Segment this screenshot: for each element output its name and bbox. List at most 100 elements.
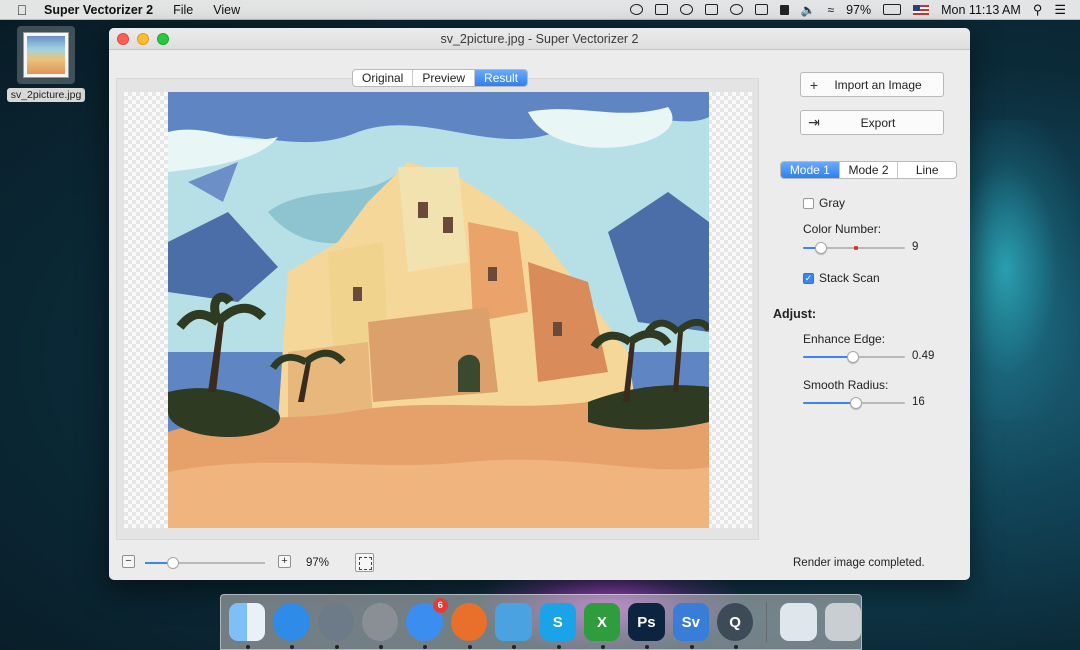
tab-line[interactable]: Line bbox=[898, 162, 956, 178]
dock-item-label: Ps bbox=[637, 613, 656, 631]
wifi-icon[interactable]: ≈ bbox=[828, 3, 835, 17]
running-indicator bbox=[556, 645, 561, 649]
stack-scan-checkbox[interactable]: ✓ bbox=[803, 272, 814, 284]
running-indicator bbox=[334, 645, 339, 649]
document-stack-icon[interactable] bbox=[780, 603, 817, 641]
enhance-edge-value: 0.49 bbox=[912, 350, 935, 362]
notification-center-icon[interactable]: ☰ bbox=[1054, 2, 1066, 18]
zoom-knob[interactable] bbox=[166, 557, 179, 569]
minimize-button[interactable] bbox=[137, 33, 149, 45]
tab-result[interactable]: Result bbox=[475, 70, 528, 86]
tab-mode-2[interactable]: Mode 2 bbox=[840, 162, 899, 178]
smooth-radius-value: 16 bbox=[912, 396, 925, 408]
vectorized-image[interactable] bbox=[168, 92, 709, 528]
view-menu[interactable]: View bbox=[213, 3, 240, 17]
gray-label: Gray bbox=[819, 196, 846, 210]
zoom-button[interactable] bbox=[157, 33, 169, 45]
dock: 6 S X Ps Sv Q bbox=[220, 594, 862, 650]
desktop-file[interactable]: sv_2picture.jpg bbox=[4, 26, 88, 102]
system-preferences-icon[interactable] bbox=[362, 603, 399, 649]
color-number-label: Color Number: bbox=[803, 222, 882, 236]
stack-scan-option[interactable]: ✓ Stack Scan bbox=[803, 271, 880, 285]
running-indicator bbox=[689, 645, 694, 649]
slider-knob[interactable] bbox=[846, 351, 859, 363]
dock-item-label: Q bbox=[729, 613, 741, 631]
status-area: 🔈 ≈ 97% Mon 11:13 AM ⚲ ☰ bbox=[629, 2, 1080, 18]
lock-icon[interactable] bbox=[779, 4, 789, 15]
zoom-value: 97% bbox=[306, 557, 330, 569]
gray-option[interactable]: Gray bbox=[803, 196, 845, 210]
tab-original[interactable]: Original bbox=[353, 70, 414, 86]
skype-icon[interactable]: S bbox=[539, 603, 576, 649]
check-icon[interactable] bbox=[679, 4, 693, 15]
export-button-label: Export bbox=[860, 115, 896, 130]
running-indicator bbox=[423, 645, 428, 649]
file-menu[interactable]: File bbox=[173, 3, 193, 17]
tab-preview[interactable]: Preview bbox=[413, 70, 476, 86]
app-store-icon[interactable]: 6 bbox=[406, 598, 448, 649]
window-title: sv_2picture.jpg - Super Vectorizer 2 bbox=[440, 31, 639, 46]
screen-icon[interactable] bbox=[754, 4, 768, 15]
record-icon[interactable] bbox=[629, 4, 643, 15]
running-indicator bbox=[512, 645, 517, 649]
running-indicator bbox=[467, 645, 472, 649]
title-bar[interactable]: sv_2picture.jpg - Super Vectorizer 2 bbox=[109, 28, 970, 50]
zoom-slider[interactable] bbox=[145, 557, 265, 569]
finder-icon[interactable] bbox=[229, 603, 266, 649]
launchpad-icon[interactable] bbox=[317, 603, 355, 649]
enhance-edge-slider[interactable] bbox=[803, 350, 905, 364]
slider-fill bbox=[803, 402, 857, 404]
enhance-edge-label: Enhance Edge: bbox=[803, 332, 886, 346]
smooth-radius-slider[interactable] bbox=[803, 396, 905, 410]
slider-marker bbox=[854, 246, 859, 250]
running-indicator bbox=[645, 645, 650, 649]
slider-knob[interactable] bbox=[850, 397, 863, 409]
running-indicator bbox=[600, 645, 605, 649]
mail-icon[interactable] bbox=[495, 603, 532, 649]
color-number-slider[interactable] bbox=[803, 241, 905, 255]
running-indicator bbox=[379, 645, 384, 649]
slider-fill bbox=[803, 356, 853, 358]
status-message: Render image completed. bbox=[793, 557, 925, 569]
trash-icon[interactable] bbox=[824, 603, 861, 641]
menu-bar:  Super Vectorizer 2 File View 🔈 ≈ 97% M… bbox=[0, 0, 1080, 20]
dock-item-label: X bbox=[597, 613, 608, 631]
sync-icon[interactable] bbox=[729, 4, 743, 15]
fit-to-window-icon[interactable] bbox=[355, 553, 374, 572]
export-button[interactable]: ⇥ Export bbox=[800, 110, 944, 135]
search-icon[interactable]: ⚲ bbox=[1033, 2, 1043, 18]
mode-tabs: Mode 1 Mode 2 Line bbox=[780, 161, 957, 179]
flag-icon[interactable] bbox=[913, 4, 930, 15]
firefox-icon[interactable] bbox=[450, 603, 488, 649]
stack-scan-label: Stack Scan bbox=[819, 271, 880, 285]
battery-icon[interactable] bbox=[883, 4, 902, 15]
clock[interactable]: Mon 11:13 AM bbox=[941, 3, 1021, 17]
inbox-icon[interactable] bbox=[654, 4, 668, 15]
zoom-out-button[interactable]: − bbox=[122, 555, 135, 568]
dock-separator bbox=[766, 602, 768, 642]
running-indicator bbox=[290, 645, 295, 649]
quicktime-icon[interactable]: Q bbox=[716, 603, 754, 649]
import-button[interactable]: + Import an Image bbox=[800, 72, 944, 97]
zoom-in-button[interactable]: + bbox=[278, 555, 291, 568]
close-button[interactable] bbox=[117, 33, 129, 45]
file-thumbnail[interactable] bbox=[17, 26, 75, 84]
gray-checkbox[interactable] bbox=[803, 197, 814, 209]
super-vectorizer-icon[interactable]: Sv bbox=[672, 603, 709, 649]
slider-knob[interactable] bbox=[815, 242, 828, 254]
running-indicator bbox=[246, 645, 250, 649]
app-menu[interactable]: Super Vectorizer 2 bbox=[44, 3, 153, 17]
battery-percent[interactable]: 97% bbox=[846, 3, 871, 17]
file-name[interactable]: sv_2picture.jpg bbox=[6, 88, 86, 102]
apple-icon[interactable]:  bbox=[0, 2, 44, 18]
import-button-label: Import an Image bbox=[834, 77, 922, 92]
photoshop-icon[interactable]: Ps bbox=[628, 603, 665, 649]
vector-artwork bbox=[168, 92, 709, 528]
dock-item-label: S bbox=[552, 613, 563, 631]
tab-mode-1[interactable]: Mode 1 bbox=[781, 162, 840, 178]
dock-item-label: Sv bbox=[681, 613, 700, 631]
volume-icon[interactable]: 🔈 bbox=[801, 3, 816, 17]
excel-icon[interactable]: X bbox=[583, 603, 621, 649]
safari-icon[interactable] bbox=[273, 603, 310, 649]
script-icon[interactable] bbox=[704, 4, 718, 15]
